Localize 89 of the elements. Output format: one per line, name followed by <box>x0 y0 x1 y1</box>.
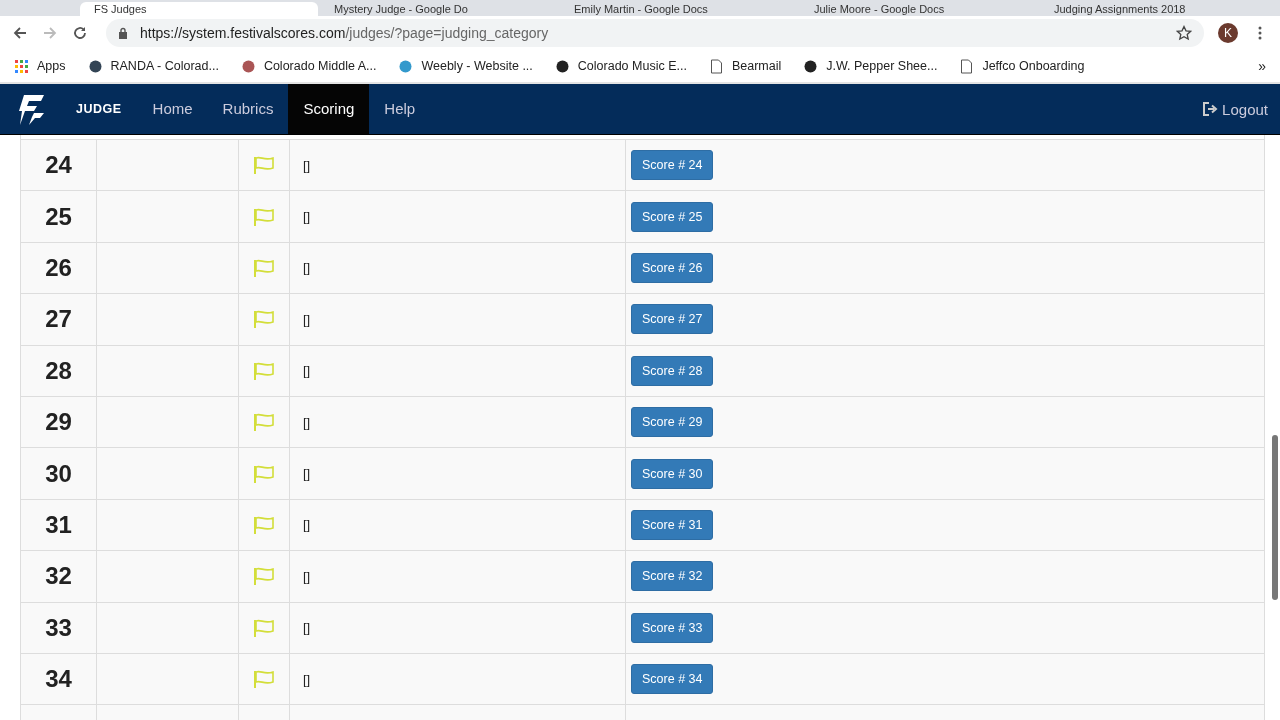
row-number: 27 <box>45 305 72 334</box>
row-number: 32 <box>45 562 72 591</box>
flag-icon[interactable] <box>253 618 275 637</box>
note-text: [] <box>303 260 311 276</box>
score-button[interactable]: Score # 33 <box>631 612 714 643</box>
row-number: 26 <box>45 253 72 282</box>
bookmark-label: Apps <box>37 59 66 73</box>
reload-icon[interactable] <box>72 25 88 41</box>
flag-icon[interactable] <box>253 567 275 586</box>
apps-grid-icon <box>14 58 29 74</box>
row-number: 25 <box>45 202 72 231</box>
flag-icon[interactable] <box>253 464 275 483</box>
score-button[interactable]: Score # 32 <box>631 561 714 592</box>
forward-icon[interactable] <box>42 25 58 41</box>
star-icon[interactable] <box>1176 25 1192 41</box>
nav-link[interactable]: Home <box>137 84 208 134</box>
score-button[interactable]: Score # 27 <box>631 304 714 335</box>
bookmark-label: J.W. Pepper Shee... <box>826 59 938 73</box>
browser-tab[interactable]: Mystery Judge - Google Do <box>320 2 558 16</box>
score-button[interactable]: Score # 31 <box>631 509 714 540</box>
site-icon <box>87 58 103 74</box>
note-text: [] <box>303 568 311 584</box>
note-text: [] <box>303 209 311 225</box>
note-text: [] <box>303 157 311 173</box>
bookmark[interactable]: J.W. Pepper Shee... <box>803 58 938 74</box>
note-text: [] <box>303 671 311 687</box>
score-button[interactable]: Score # 26 <box>631 252 714 283</box>
flag-icon[interactable] <box>253 515 275 534</box>
flag-icon[interactable] <box>253 413 275 432</box>
bookmark[interactable]: Weebly - Website ... <box>398 58 533 74</box>
browser-tab[interactable]: Emily Martin - Google Docs <box>560 2 798 16</box>
site-icon <box>398 58 414 74</box>
bookmark[interactable]: Bearmail <box>708 58 782 74</box>
flag-icon[interactable] <box>253 670 275 689</box>
site-icon <box>240 58 256 74</box>
bookmarks-more[interactable]: » <box>1258 58 1266 74</box>
note-text: [] <box>303 517 311 533</box>
site-icon <box>803 58 819 74</box>
brand-label[interactable]: JUDGE <box>76 102 122 116</box>
page-icon <box>708 58 724 74</box>
flag-icon[interactable] <box>253 361 275 380</box>
address-bar[interactable]: https://system.festivalscores.com/judges/?page=judging_category <box>106 19 1204 47</box>
scrollbar-thumb[interactable] <box>1272 435 1278 600</box>
note-text: [] <box>303 363 311 379</box>
row-number: 28 <box>45 356 72 385</box>
bookmark[interactable]: Colorado Middle A... <box>240 58 377 74</box>
flag-icon[interactable] <box>253 258 275 277</box>
score-button[interactable]: Score # 25 <box>631 201 714 232</box>
row-number: 34 <box>45 665 72 694</box>
nav-link[interactable]: Scoring <box>288 84 370 134</box>
back-icon[interactable] <box>12 25 28 41</box>
note-text: [] <box>303 466 311 482</box>
lock-icon <box>118 27 128 39</box>
score-button[interactable]: Score # 30 <box>631 458 714 489</box>
flag-icon[interactable] <box>253 207 275 226</box>
score-button[interactable]: Score # 34 <box>631 664 714 695</box>
bookmark-label: RANDA - Colorad... <box>110 59 219 73</box>
bookmark-label: Colorado Music E... <box>577 59 687 73</box>
flag-icon[interactable] <box>253 156 275 175</box>
bookmark-label: Bearmail <box>731 59 782 73</box>
bookmark[interactable]: Jeffco Onboarding <box>959 58 1085 74</box>
row-number: 30 <box>45 459 72 488</box>
row-number: 29 <box>45 408 72 437</box>
bookmark[interactable]: Apps <box>14 58 66 74</box>
browser-tab[interactable]: Julie Moore - Google Docs <box>800 2 1038 16</box>
row-number: 33 <box>45 613 72 642</box>
flag-icon[interactable] <box>253 310 275 329</box>
profile-avatar[interactable]: K <box>1218 23 1238 43</box>
note-text: [] <box>303 414 311 430</box>
nav-link[interactable]: Rubrics <box>207 84 289 134</box>
page-icon <box>959 58 975 74</box>
nav-link[interactable]: Help <box>369 84 431 134</box>
logout-link[interactable]: Logout <box>1202 100 1268 118</box>
browser-tab[interactable]: FS Judges <box>80 2 318 16</box>
note-text: [] <box>303 311 311 327</box>
row-number: 24 <box>45 151 72 180</box>
bookmark-label: Colorado Middle A... <box>263 59 377 73</box>
bookmark-label: Jeffco Onboarding <box>982 59 1085 73</box>
bookmark-label: Weebly - Website ... <box>421 59 533 73</box>
browser-tab[interactable]: Judging Assignments 2018 <box>1040 2 1278 16</box>
note-text: [] <box>303 620 311 636</box>
score-button[interactable]: Score # 24 <box>631 150 714 181</box>
site-icon <box>554 58 570 74</box>
row-number: 31 <box>45 510 72 539</box>
bookmark[interactable]: Colorado Music E... <box>554 58 687 74</box>
bookmark[interactable]: RANDA - Colorad... <box>87 58 219 74</box>
score-button[interactable]: Score # 28 <box>631 355 714 386</box>
score-button[interactable]: Score # 29 <box>631 407 714 438</box>
logout-icon <box>1202 102 1219 116</box>
